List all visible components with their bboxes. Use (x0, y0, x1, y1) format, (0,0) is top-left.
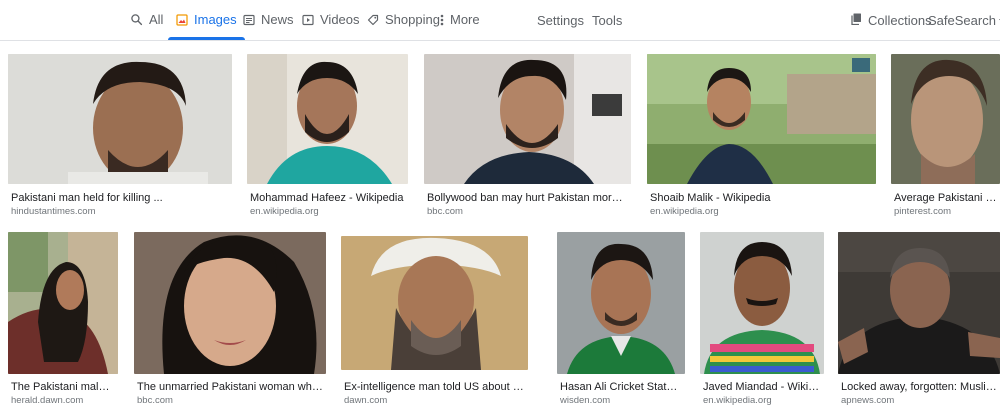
result-title[interactable]: Pakistani man held for killing ... (11, 192, 229, 205)
tab-label: News (261, 12, 294, 27)
tab-shopping[interactable]: Shopping (367, 0, 440, 39)
settings-link[interactable]: Settings (537, 0, 584, 40)
search-tabs-bar: All Images News Videos Shopping More Set… (0, 0, 1000, 41)
result-source: herald.dawn.com (11, 395, 84, 406)
result-thumbnail[interactable] (8, 54, 232, 184)
tab-news[interactable]: News (243, 0, 294, 39)
result-thumbnail[interactable] (891, 54, 1000, 184)
news-icon (243, 14, 255, 26)
image-result[interactable]: Bollywood ban may hurt Pakistan more ...… (424, 54, 631, 218)
result-title[interactable]: Mohammad Hafeez - Wikipedia (250, 192, 405, 205)
result-title[interactable]: Shoaib Malik - Wikipedia (650, 192, 873, 205)
image-result[interactable]: The Pakistani male: Ma... herald.dawn.co… (8, 232, 118, 407)
bookmark-icon (851, 13, 862, 28)
result-thumbnail[interactable] (8, 232, 118, 374)
result-thumbnail[interactable] (838, 232, 1000, 374)
result-source: en.wikipedia.org (250, 206, 319, 217)
result-title[interactable]: The Pakistani male: Ma... (11, 381, 115, 394)
result-source: en.wikipedia.org (703, 395, 772, 406)
tab-label: Shopping (385, 12, 440, 27)
tab-label: All (149, 12, 164, 27)
image-result[interactable]: Mohammad Hafeez - Wikipedia en.wikipedia… (247, 54, 408, 218)
result-thumbnail[interactable] (557, 232, 685, 374)
tab-all[interactable]: All (130, 0, 163, 39)
result-source: wisden.com (560, 395, 611, 406)
image-result[interactable]: Hasan Ali Cricket Stats, Ne... wisden.co… (557, 232, 685, 407)
tab-label: More (450, 12, 480, 27)
result-thumbnail[interactable] (134, 232, 326, 374)
tag-icon (367, 14, 379, 26)
image-result[interactable]: Average Pakistani Man... pinterest.com (891, 54, 1000, 218)
image-result[interactable]: Javed Miandad - Wikipedia en.wikipedia.o… (700, 232, 824, 407)
safesearch-label: SafeSearch (928, 12, 996, 28)
result-title[interactable]: Javed Miandad - Wikipedia (703, 381, 821, 394)
image-result[interactable]: Shoaib Malik - Wikipedia en.wikipedia.or… (647, 54, 876, 218)
image-result[interactable]: Pakistani man held for killing ... hindu… (8, 54, 232, 218)
image-icon (176, 13, 188, 26)
result-source: apnews.com (841, 395, 895, 406)
search-icon (130, 13, 143, 26)
tab-videos[interactable]: Videos (302, 0, 360, 39)
result-thumbnail[interactable] (247, 54, 408, 184)
result-source: hindustantimes.com (11, 206, 96, 217)
result-source: bbc.com (137, 395, 173, 406)
tab-more[interactable]: More (440, 0, 480, 39)
result-thumbnail[interactable] (647, 54, 876, 184)
result-thumbnail[interactable] (341, 236, 528, 370)
result-thumbnail[interactable] (700, 232, 824, 374)
video-icon (302, 14, 314, 26)
result-source: en.wikipedia.org (650, 206, 719, 217)
tab-label: Videos (320, 12, 360, 27)
collections-button[interactable]: Collections (851, 0, 932, 40)
tab-label: Images (194, 12, 237, 27)
result-source: dawn.com (344, 395, 388, 406)
result-source: pinterest.com (894, 206, 952, 217)
result-title[interactable]: Average Pakistani Man... (894, 192, 1000, 205)
result-source: bbc.com (427, 206, 463, 217)
image-result[interactable]: Locked away, forgotten: Muslim Uig... ap… (838, 232, 1000, 407)
image-result[interactable]: Ex-intelligence man told US about Osama … (341, 236, 528, 407)
result-title[interactable]: Locked away, forgotten: Muslim Uig... (841, 381, 1000, 394)
safesearch-dropdown[interactable]: SafeSearch (928, 0, 1000, 40)
result-title[interactable]: Hasan Ali Cricket Stats, Ne... (560, 381, 682, 394)
result-thumbnail[interactable] (424, 54, 631, 184)
tools-link[interactable]: Tools (592, 0, 622, 40)
result-title[interactable]: Bollywood ban may hurt Pakistan more ... (427, 192, 628, 205)
result-title[interactable]: The unmarried Pakistani woman who wrot..… (137, 381, 323, 394)
more-vert-icon (440, 14, 444, 26)
image-result[interactable]: The unmarried Pakistani woman who wrot..… (134, 232, 326, 407)
collections-label: Collections (868, 12, 932, 28)
result-title[interactable]: Ex-intelligence man told US about Osama … (344, 381, 525, 394)
tab-images[interactable]: Images (168, 0, 245, 40)
